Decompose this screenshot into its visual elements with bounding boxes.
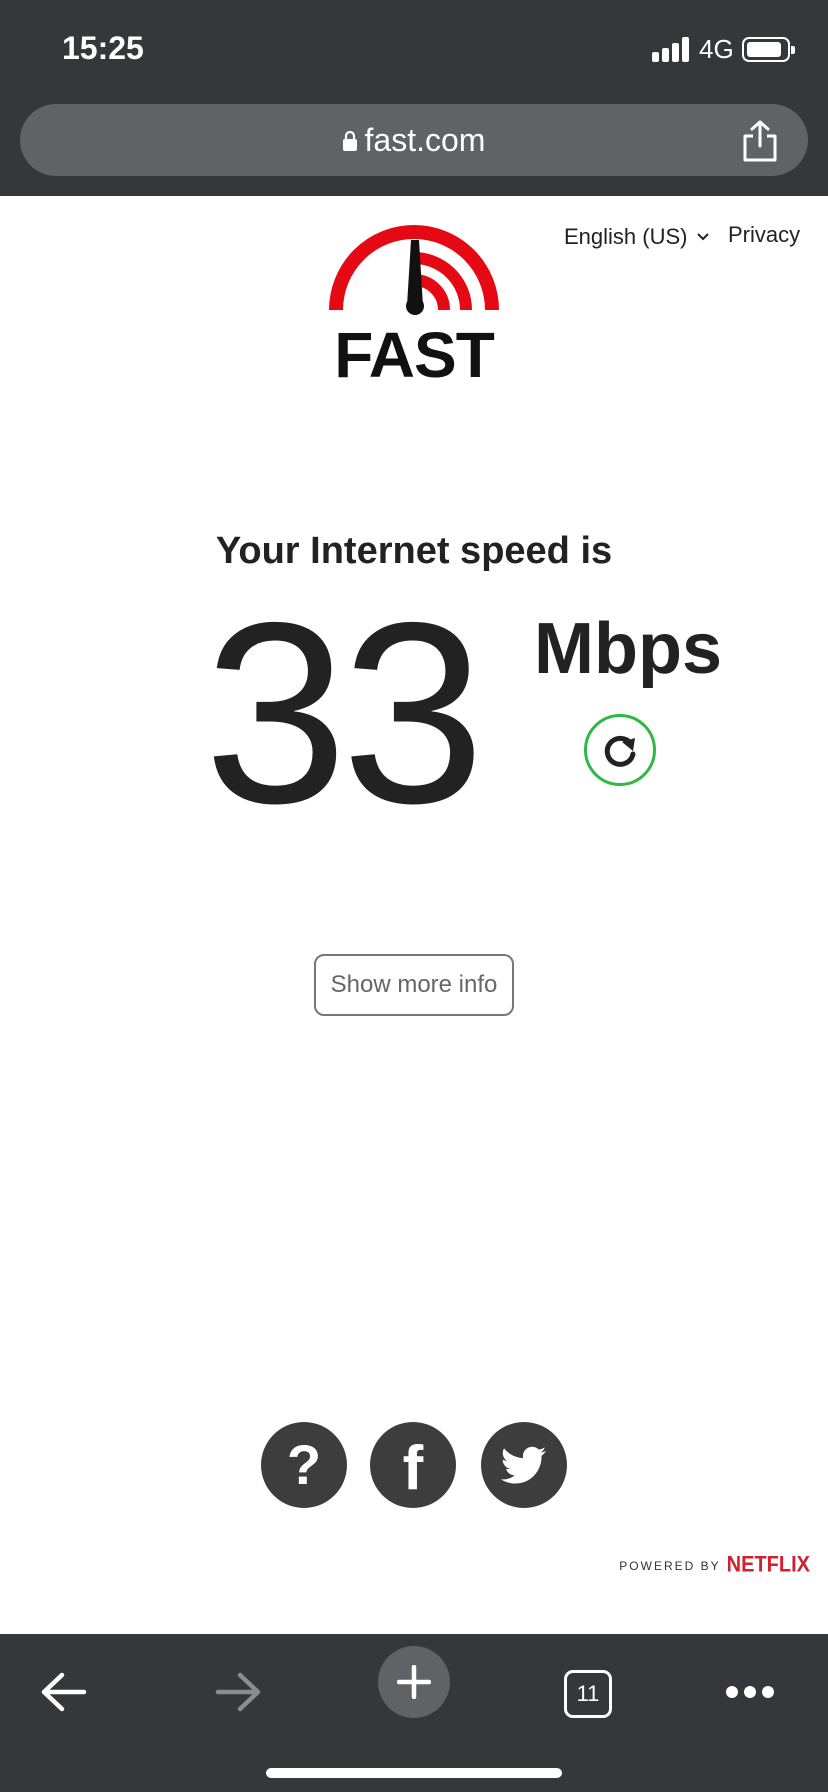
speed-value: 33 [204,568,485,857]
show-more-info-button[interactable]: Show more info [314,954,514,1016]
speed-label: Your Internet speed is [215,530,613,572]
question-mark-icon: ? [286,1433,322,1496]
tab-count: 11 [576,1681,600,1706]
twitter-share-button[interactable] [481,1422,567,1508]
tab-switcher-button[interactable]: 11 [564,1670,612,1718]
facebook-share-button[interactable]: f [370,1422,456,1508]
language-selector[interactable]: English (US) [564,224,710,250]
facebook-icon: f [402,1434,424,1503]
twitter-bird-icon [501,1446,546,1484]
browser-bottom-toolbar: 11 [0,1634,828,1792]
browser-top-chrome: 15:25 4G fast.com [0,0,828,196]
powered-by-label: POWERED BY [619,1558,721,1573]
chevron-down-icon [697,233,710,241]
arrow-left-icon [41,1672,87,1712]
plus-icon [397,1665,431,1699]
fast-logo-text: FAST [334,319,495,391]
refresh-button[interactable] [584,714,656,786]
status-time: 15:25 [62,30,144,66]
help-button[interactable]: ? [261,1422,347,1508]
home-indicator[interactable] [266,1768,562,1778]
address-bar[interactable]: fast.com [20,104,808,176]
speed-units: Mbps [534,609,722,689]
language-label: English (US) [564,224,688,249]
battery-icon [742,37,795,62]
more-dots-icon [726,1686,774,1698]
arrow-right-icon [215,1672,261,1712]
privacy-link[interactable]: Privacy [728,222,800,248]
more-menu-button[interactable] [722,1666,778,1718]
refresh-icon [604,735,636,767]
signal-strength-icon [652,36,692,62]
powered-by-netflix: POWERED BY NETFLIX [619,1552,810,1578]
forward-button[interactable] [212,1666,264,1718]
netflix-logo: NETFLIX [726,1552,810,1578]
network-type: 4G [699,34,734,64]
new-tab-button[interactable] [378,1646,450,1718]
url-text: fast.com [364,121,486,158]
share-icon[interactable] [740,120,780,162]
lock-icon [342,131,357,151]
back-button[interactable] [38,1666,90,1718]
